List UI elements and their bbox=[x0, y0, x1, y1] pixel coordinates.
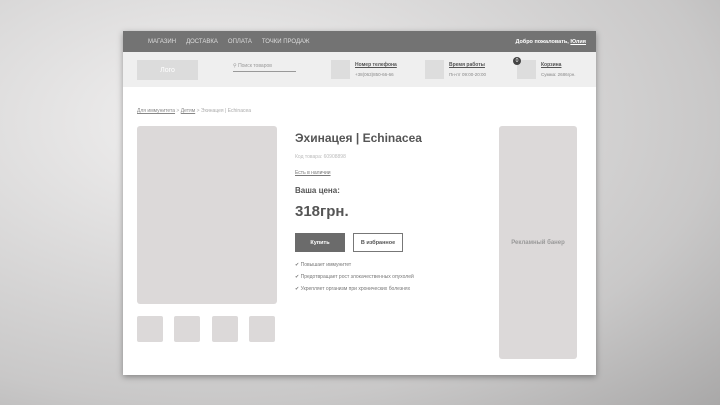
nav-payment[interactable]: ОПЛАТА bbox=[228, 39, 252, 45]
list-item: ✔ Предотвращает рост злокачественных опу… bbox=[295, 274, 414, 280]
phone-value: +38(063)850-66-66 bbox=[355, 72, 394, 77]
feature-text: Укрепляет организм при хронических болез… bbox=[300, 286, 411, 292]
logo[interactable]: Лого bbox=[137, 60, 198, 80]
nav-delivery[interactable]: ДОСТАВКА bbox=[186, 39, 218, 45]
breadcrumb-link[interactable]: Для иммунитета bbox=[137, 108, 175, 114]
feature-text: Предотвращает рост злокачественных опухо… bbox=[300, 274, 414, 280]
cart-block[interactable]: 0 Корзина Сумма: 2686грн. bbox=[513, 57, 576, 79]
header: Лого ⚲ Поиск товаров Номер телефона +38(0… bbox=[123, 52, 596, 87]
clock-icon bbox=[425, 60, 444, 79]
ad-banner[interactable]: Рекламный банер bbox=[499, 126, 577, 359]
feature-list: ✔ Повышает иммунитет ✔ Предотвращает рос… bbox=[295, 262, 414, 298]
search-placeholder: Поиск товаров bbox=[238, 63, 272, 69]
breadcrumb-current: Эхинацея | Echinacea bbox=[200, 108, 252, 114]
phone-icon bbox=[331, 60, 350, 79]
price-label: Ваша цена: bbox=[295, 186, 340, 195]
cart-sum: Сумма: 2686грн. bbox=[541, 72, 576, 77]
check-icon: ✔ bbox=[295, 274, 300, 280]
list-item: ✔ Укрепляет организм при хронических бол… bbox=[295, 286, 414, 292]
check-icon: ✔ bbox=[295, 286, 300, 292]
breadcrumb: Для иммунитета > Детям > Эхинацея | Echi… bbox=[137, 108, 251, 114]
cart-title[interactable]: Корзина bbox=[541, 62, 576, 68]
welcome: Добро пожаловать, Юлия bbox=[515, 39, 586, 45]
search-icon: ⚲ bbox=[233, 63, 237, 69]
thumbnail[interactable] bbox=[137, 316, 163, 342]
nav-stores[interactable]: ТОЧКИ ПРОДАЖ bbox=[262, 39, 310, 45]
welcome-text: Добро пожаловать, bbox=[515, 38, 569, 45]
cart-badge: 0 bbox=[513, 57, 521, 65]
thumbnail[interactable] bbox=[249, 316, 275, 342]
buy-button[interactable]: Купить bbox=[295, 233, 345, 252]
hours-title[interactable]: Время работы bbox=[449, 62, 486, 68]
breadcrumb-link[interactable]: Детям bbox=[181, 108, 195, 114]
favorite-button[interactable]: В избранное bbox=[353, 233, 403, 252]
product-code: Код товара: 60908898 bbox=[295, 154, 346, 160]
thumbnail[interactable] bbox=[174, 316, 200, 342]
browser-window: МАГАЗИН ДОСТАВКА ОПЛАТА ТОЧКИ ПРОДАЖ Доб… bbox=[123, 31, 596, 375]
search-input[interactable]: ⚲ Поиск товаров bbox=[233, 63, 296, 72]
phone-title[interactable]: Номер телефона bbox=[355, 62, 397, 68]
feature-text: Повышает иммунитет bbox=[300, 262, 352, 268]
product-image bbox=[137, 126, 277, 304]
cart-icon: 0 bbox=[513, 57, 536, 79]
price: 318грн. bbox=[295, 203, 349, 220]
product-title: Эхинацея | Echinacea bbox=[295, 131, 422, 145]
thumbnail[interactable] bbox=[212, 316, 238, 342]
hours-value: Пн-пт 09:00-20:00 bbox=[449, 72, 486, 77]
check-icon: ✔ bbox=[295, 262, 300, 268]
top-nav: МАГАЗИН ДОСТАВКА ОПЛАТА ТОЧКИ ПРОДАЖ Доб… bbox=[123, 31, 596, 52]
list-item: ✔ Повышает иммунитет bbox=[295, 262, 414, 268]
stock-status[interactable]: Есть в наличии bbox=[295, 170, 331, 176]
user-link[interactable]: Юлия bbox=[570, 39, 586, 45]
nav-shop[interactable]: МАГАЗИН bbox=[148, 39, 176, 45]
hours-block: Время работы Пн-пт 09:00-20:00 bbox=[425, 60, 486, 79]
phone-block: Номер телефона +38(063)850-66-66 bbox=[331, 60, 397, 79]
